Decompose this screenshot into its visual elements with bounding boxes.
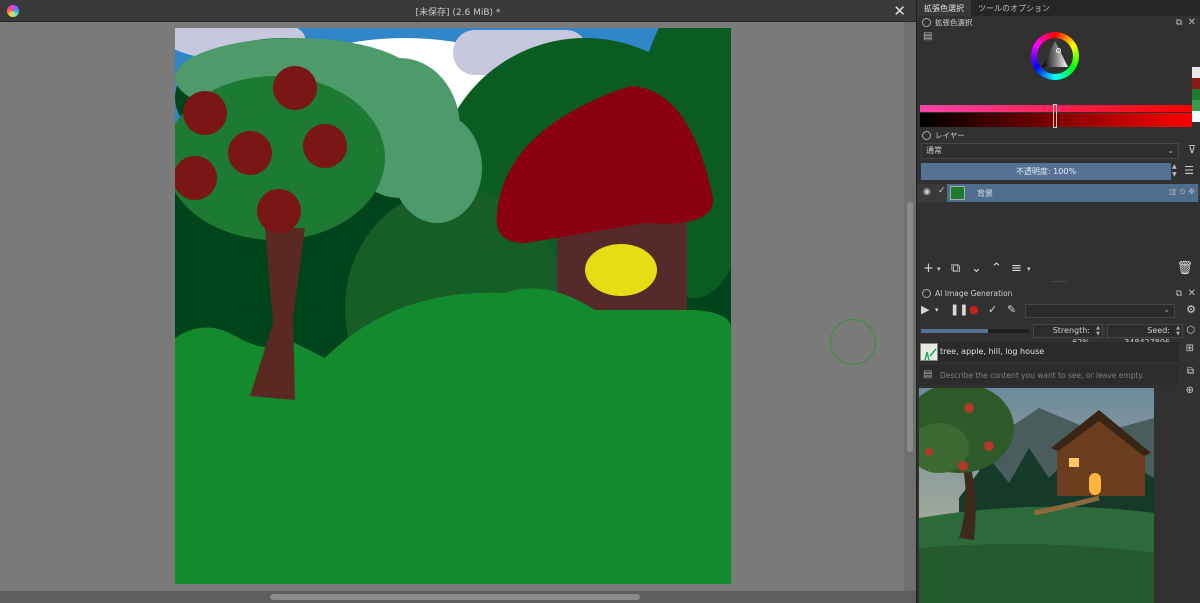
text-field-icon: ▤	[923, 369, 933, 380]
opacity-slider[interactable]: 不透明度: 100%	[921, 163, 1171, 180]
strength-row: Strength: 62% ▲▼ Seed: 348427896 ▲▼ ⬡	[917, 324, 1200, 347]
close-icon[interactable]: ✕	[893, 2, 906, 20]
apply-brush-icon[interactable]: ✎	[1007, 303, 1016, 316]
close-panel-icon[interactable]: ✕	[1188, 16, 1196, 29]
move-layer-down-icon[interactable]: ⌄	[971, 261, 982, 276]
blend-mode-value: 通常	[926, 146, 942, 155]
negative-prompt-field[interactable]: ▤ Describe the content you want to see, …	[919, 365, 1179, 385]
layer-toolbar: + ▾ ⧉ ⌄ ⌃ ≡ ▾ 🗑	[917, 261, 1200, 277]
color-panel-title: 拡張色選択	[935, 18, 973, 27]
strength-input[interactable]: Strength: 62% ▲▼	[1033, 324, 1103, 347]
pause-icon[interactable]: ❚❚	[950, 303, 968, 316]
horizontal-scrollbar[interactable]	[0, 591, 916, 603]
layers-panel-title: レイヤー	[935, 131, 965, 140]
ai-panel-header: AI Image Generation ⧉ ✕	[917, 287, 1200, 300]
document-titlebar: [未保存] (2.6 MiB) * ✕	[0, 0, 916, 22]
color-panel-header: 拡張色選択 ⧉ ✕	[917, 16, 1200, 29]
negative-prompt-placeholder: Describe the content you want to see, or…	[940, 371, 1145, 380]
close-panel-icon[interactable]: ✕	[1188, 287, 1196, 300]
prompt-text: tree, apple, hill, log house	[940, 347, 1045, 356]
opacity-spinner-icon[interactable]: ▲ ▼	[1172, 163, 1177, 179]
color-selector[interactable]: ▤	[917, 29, 1200, 128]
ai-panel-title: AI Image Generation	[935, 289, 1013, 298]
gear-icon[interactable]: ⚙	[1186, 303, 1196, 316]
layer-lock-alpha-icons[interactable]: ▥ ⊙ ✥	[1169, 187, 1195, 196]
settings-icon[interactable]: ▤	[923, 31, 932, 42]
add-region-icon[interactable]: ⧉	[1187, 366, 1194, 377]
hamburger-menu-icon[interactable]: ☰	[1184, 164, 1194, 177]
prompt-field[interactable]: tree, apple, hill, log house	[919, 342, 1179, 362]
drawing-canvas[interactable]	[175, 28, 731, 584]
tab-color-selector[interactable]: 拡張色選択	[917, 0, 971, 16]
document-title: [未保存] (2.6 MiB) *	[415, 8, 501, 18]
canvas-area[interactable]: [未保存] (2.6 MiB) * ✕	[0, 0, 916, 603]
swatch-column[interactable]	[1192, 67, 1200, 122]
chevron-down-icon[interactable]: ▾	[937, 265, 941, 273]
panel-splitter[interactable]: ⋯⋯	[917, 278, 1200, 287]
lock-icon[interactable]	[922, 18, 931, 27]
ai-controls: ▶ ▾ ❚❚ ● ✓ ✎ ⌄ ⚙	[917, 303, 1200, 319]
float-panel-icon[interactable]: ⧉	[1176, 288, 1182, 301]
checkbox-icon[interactable]: ✓	[938, 186, 946, 196]
layers-panel-header: レイヤー	[917, 129, 1200, 142]
chevron-down-icon: ⌄	[1167, 146, 1174, 155]
duplicate-layer-icon[interactable]: ⧉	[951, 261, 960, 276]
right-dock: 拡張色選択 ツールのオプション 拡張色選択 ⧉ ✕ ▤ ⋯⋯	[916, 0, 1200, 603]
lock-icon[interactable]	[922, 289, 931, 298]
control-layer-thumbnail	[920, 343, 938, 361]
blend-mode-select[interactable]: 通常 ⌄	[921, 143, 1179, 159]
layer-properties-icon[interactable]: ≡	[1011, 261, 1022, 276]
generated-image-preview[interactable]	[919, 388, 1154, 603]
color-picker-marker[interactable]	[1056, 48, 1061, 53]
ai-generation-panel: AI Image Generation ⧉ ✕ ▶ ▾ ❚❚ ● ✓ ✎ ⌄ ⚙…	[917, 287, 1200, 603]
chevron-down-icon[interactable]: ▾	[1027, 265, 1031, 273]
apply-check-icon[interactable]: ✓	[988, 303, 997, 316]
layers-panel: レイヤー 通常 ⌄ ⊽ 不透明度: 100% ▲ ▼ ☰ ◉ ✓ 背景 ▥ ⊙ ✥…	[917, 129, 1200, 279]
add-layer-icon[interactable]: +	[923, 261, 934, 276]
seed-input[interactable]: Seed: 348427896 ▲▼	[1107, 324, 1183, 347]
delete-layer-icon[interactable]: 🗑	[1176, 261, 1193, 276]
lock-icon[interactable]	[922, 131, 931, 140]
strength-slider[interactable]	[921, 329, 1029, 333]
model-cube-icon[interactable]: ⬡	[1186, 325, 1195, 336]
krita-window: [未保存] (2.6 MiB) * ✕ 拡張色選択 ツールのオプション 拡張色選…	[0, 0, 1200, 603]
dock-tabbar: 拡張色選択 ツールのオプション	[917, 0, 1200, 16]
layer-name: 背景	[977, 189, 993, 198]
move-layer-up-icon[interactable]: ⌃	[991, 261, 1002, 276]
vertical-scrollbar[interactable]	[904, 22, 916, 592]
add-control-icon[interactable]: ⊞	[1186, 343, 1194, 354]
layer-thumbnail	[950, 186, 965, 200]
value-gradient-bar[interactable]	[920, 104, 1192, 128]
chevron-down-icon[interactable]: ▾	[935, 306, 939, 314]
layer-row[interactable]: ◉ ✓ 背景 ▥ ⊙ ✥	[917, 184, 1200, 202]
tab-tool-options[interactable]: ツールのオプション	[971, 0, 1057, 16]
filter-icon[interactable]: ⊽	[1188, 143, 1196, 156]
style-select[interactable]: ⌄	[1025, 304, 1175, 318]
record-icon[interactable]: ●	[969, 303, 979, 316]
history-icon[interactable]: ⊕	[1186, 385, 1194, 396]
eye-icon[interactable]: ◉	[923, 187, 931, 197]
brush-cursor-outline	[830, 319, 876, 365]
play-icon[interactable]: ▶	[921, 303, 929, 316]
